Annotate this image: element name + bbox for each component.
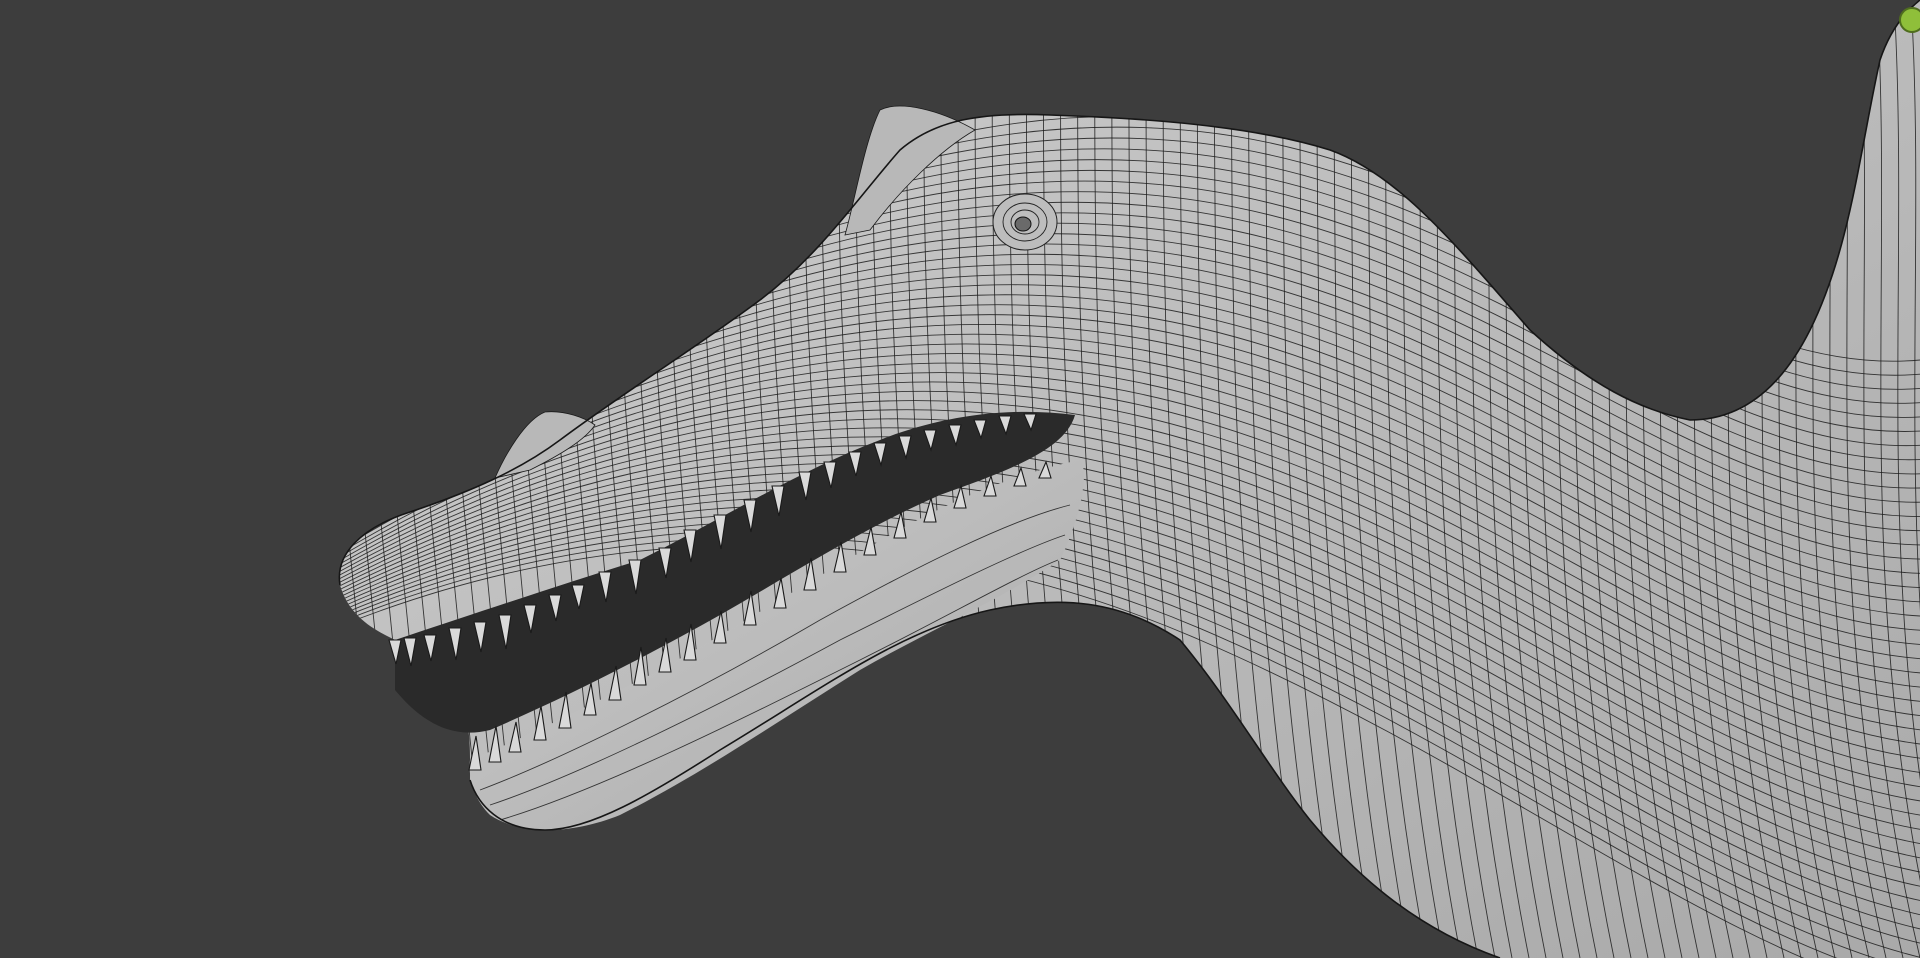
green-dot-icon[interactable] — [1899, 7, 1920, 33]
viewport-canvas[interactable] — [0, 0, 1920, 958]
eye — [992, 193, 1058, 251]
creature-mesh[interactable] — [325, 0, 1920, 958]
3d-viewport[interactable] — [0, 0, 1920, 958]
